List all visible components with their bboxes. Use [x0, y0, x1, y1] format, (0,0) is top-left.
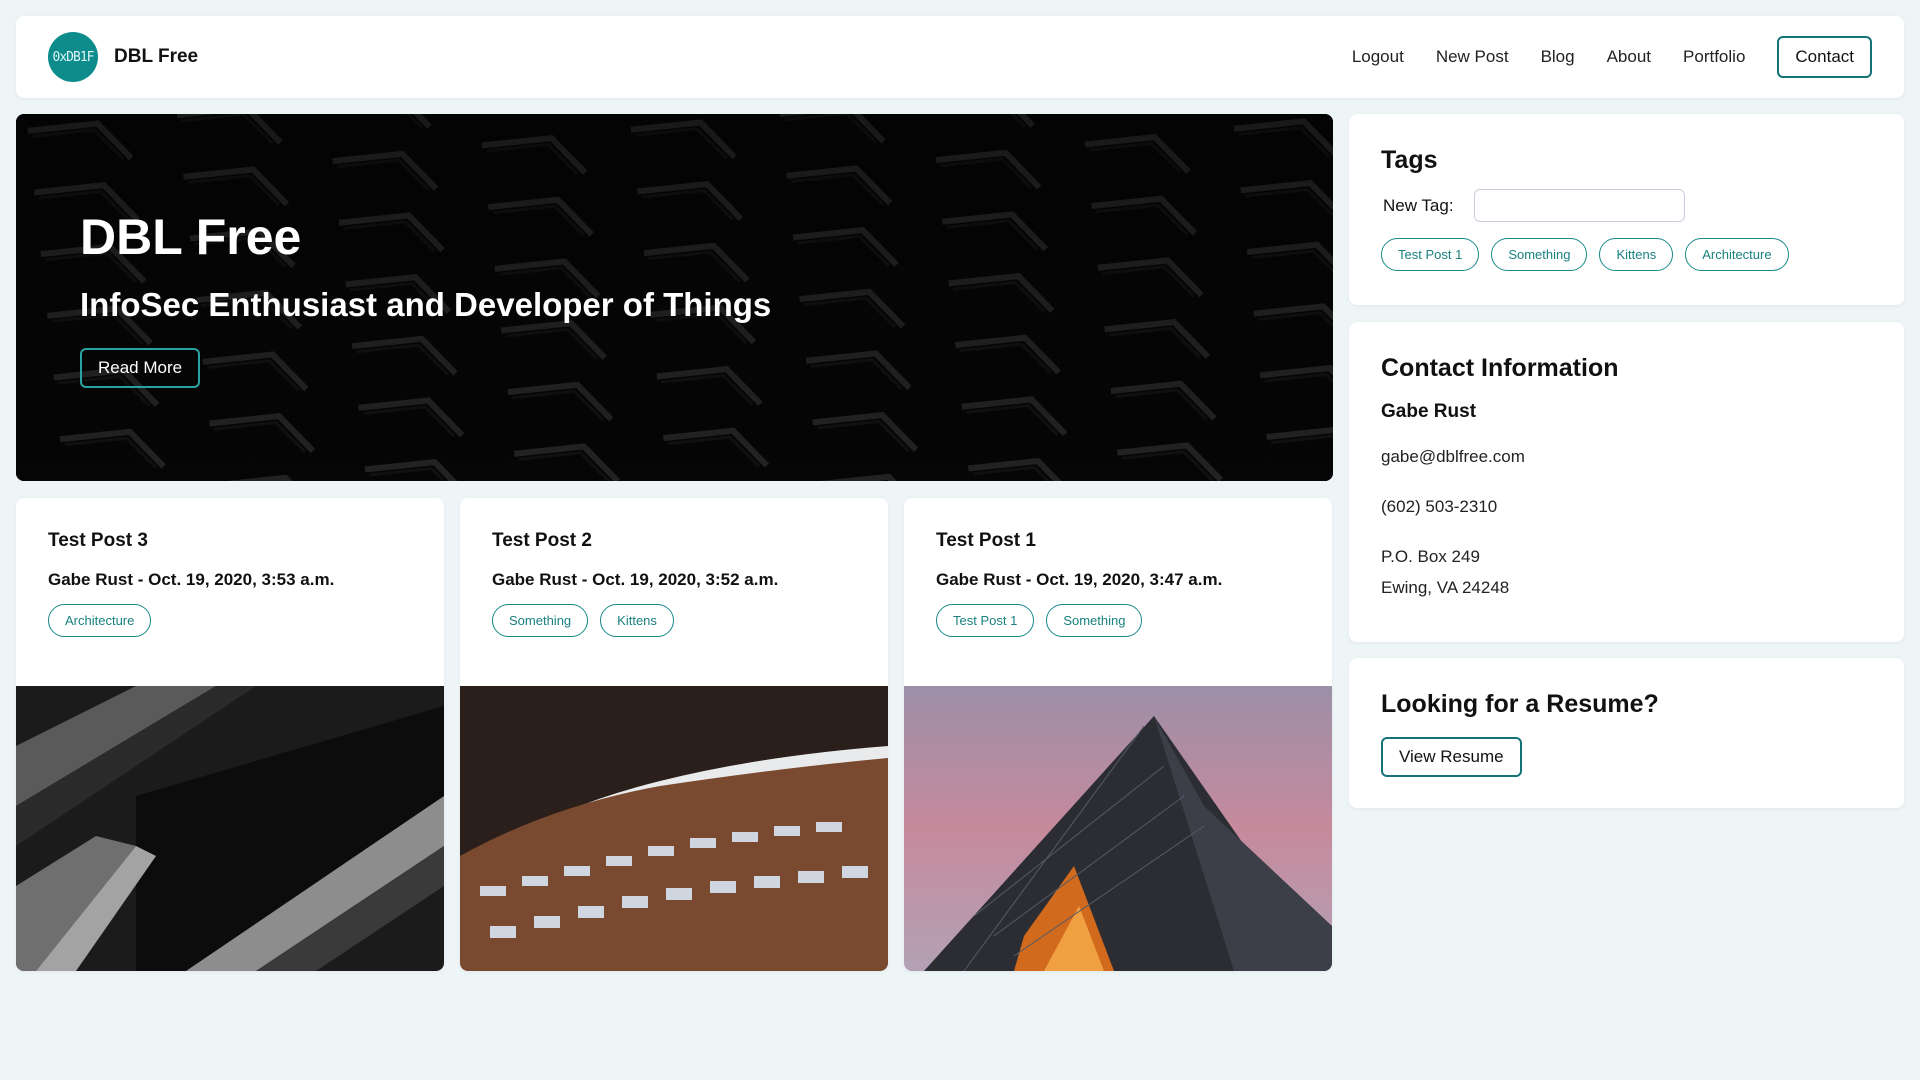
post-card[interactable]: Test Post 3 Gabe Rust - Oct. 19, 2020, 3…	[16, 498, 444, 971]
read-more-button[interactable]: Read More	[80, 348, 201, 388]
post-tags: Something Kittens	[492, 604, 856, 637]
logo-text: 0xDB1F	[52, 49, 95, 65]
post-tags: Architecture	[48, 604, 412, 637]
post-meta: Gabe Rust - Oct. 19, 2020, 3:52 a.m.	[492, 570, 779, 589]
tags-panel: Tags New Tag: Test Post 1 Something Kitt…	[1349, 114, 1904, 305]
nav-link-logout[interactable]: Logout	[1352, 47, 1404, 67]
brand-name[interactable]: DBL Free	[114, 46, 198, 68]
post-image	[16, 686, 444, 971]
contact-address-line2: Ewing, VA 24248	[1381, 578, 1510, 597]
view-resume-button[interactable]: View Resume	[1381, 737, 1522, 777]
tag-chip[interactable]: Test Post 1	[936, 604, 1035, 637]
post-image	[460, 686, 888, 971]
post-title[interactable]: Test Post 1	[936, 530, 1300, 552]
hero-banner: DBL Free InfoSec Enthusiast and Develope…	[16, 114, 1333, 481]
new-tag-row: New Tag:	[1381, 189, 1872, 222]
navbar: 0xDB1F DBL Free Logout New Post Blog Abo…	[16, 16, 1904, 98]
hero-title: DBL Free	[80, 209, 302, 265]
nav-menu: Logout New Post Blog About Portfolio Con…	[1320, 36, 1872, 78]
hero-subtitle: InfoSec Enthusiast and Developer of Thin…	[80, 286, 772, 323]
tag-chip[interactable]: Something	[1046, 604, 1143, 637]
post-title[interactable]: Test Post 3	[48, 530, 412, 552]
nav-link-blog[interactable]: Blog	[1541, 47, 1575, 67]
contact-title: Contact Information	[1381, 354, 1619, 382]
tags-title: Tags	[1381, 146, 1438, 174]
post-tags: Test Post 1 Something	[936, 604, 1300, 637]
contact-phone: (602) 503-2310	[1381, 497, 1498, 516]
nav-link-about[interactable]: About	[1607, 47, 1651, 67]
post-title[interactable]: Test Post 2	[492, 530, 856, 552]
new-tag-label: New Tag:	[1383, 195, 1454, 215]
site-logo[interactable]: 0xDB1F	[48, 32, 98, 82]
tag-chip[interactable]: Architecture	[48, 604, 152, 637]
tag-chip[interactable]: Kittens	[1599, 238, 1674, 271]
contact-button[interactable]: Contact	[1777, 36, 1872, 78]
contact-panel: Contact Information Gabe Rust gabe@dblfr…	[1349, 322, 1904, 642]
tag-chip[interactable]: Architecture	[1685, 238, 1789, 271]
resume-panel: Looking for a Resume? View Resume	[1349, 658, 1904, 808]
resume-title: Looking for a Resume?	[1381, 690, 1659, 718]
post-meta: Gabe Rust - Oct. 19, 2020, 3:47 a.m.	[936, 570, 1223, 589]
post-card[interactable]: Test Post 2 Gabe Rust - Oct. 19, 2020, 3…	[460, 498, 888, 971]
tag-list: Test Post 1 Something Kittens Architectu…	[1381, 238, 1872, 271]
new-tag-input[interactable]	[1473, 189, 1685, 222]
contact-name: Gabe Rust	[1381, 401, 1477, 422]
hero-text: DBL Free InfoSec Enthusiast and Develope…	[80, 212, 771, 388]
post-meta: Gabe Rust - Oct. 19, 2020, 3:53 a.m.	[48, 570, 335, 589]
nav-link-portfolio[interactable]: Portfolio	[1683, 47, 1745, 67]
contact-address-line1: P.O. Box 249	[1381, 547, 1480, 566]
post-card[interactable]: Test Post 1 Gabe Rust - Oct. 19, 2020, 3…	[904, 498, 1332, 971]
nav-link-new-post[interactable]: New Post	[1436, 47, 1509, 67]
tag-chip[interactable]: Something	[1491, 238, 1588, 271]
tag-chip[interactable]: Kittens	[600, 604, 674, 637]
tag-chip[interactable]: Something	[492, 604, 589, 637]
post-image	[904, 686, 1332, 971]
contact-email[interactable]: gabe@dblfree.com	[1381, 447, 1872, 467]
tag-chip[interactable]: Test Post 1	[1381, 238, 1480, 271]
